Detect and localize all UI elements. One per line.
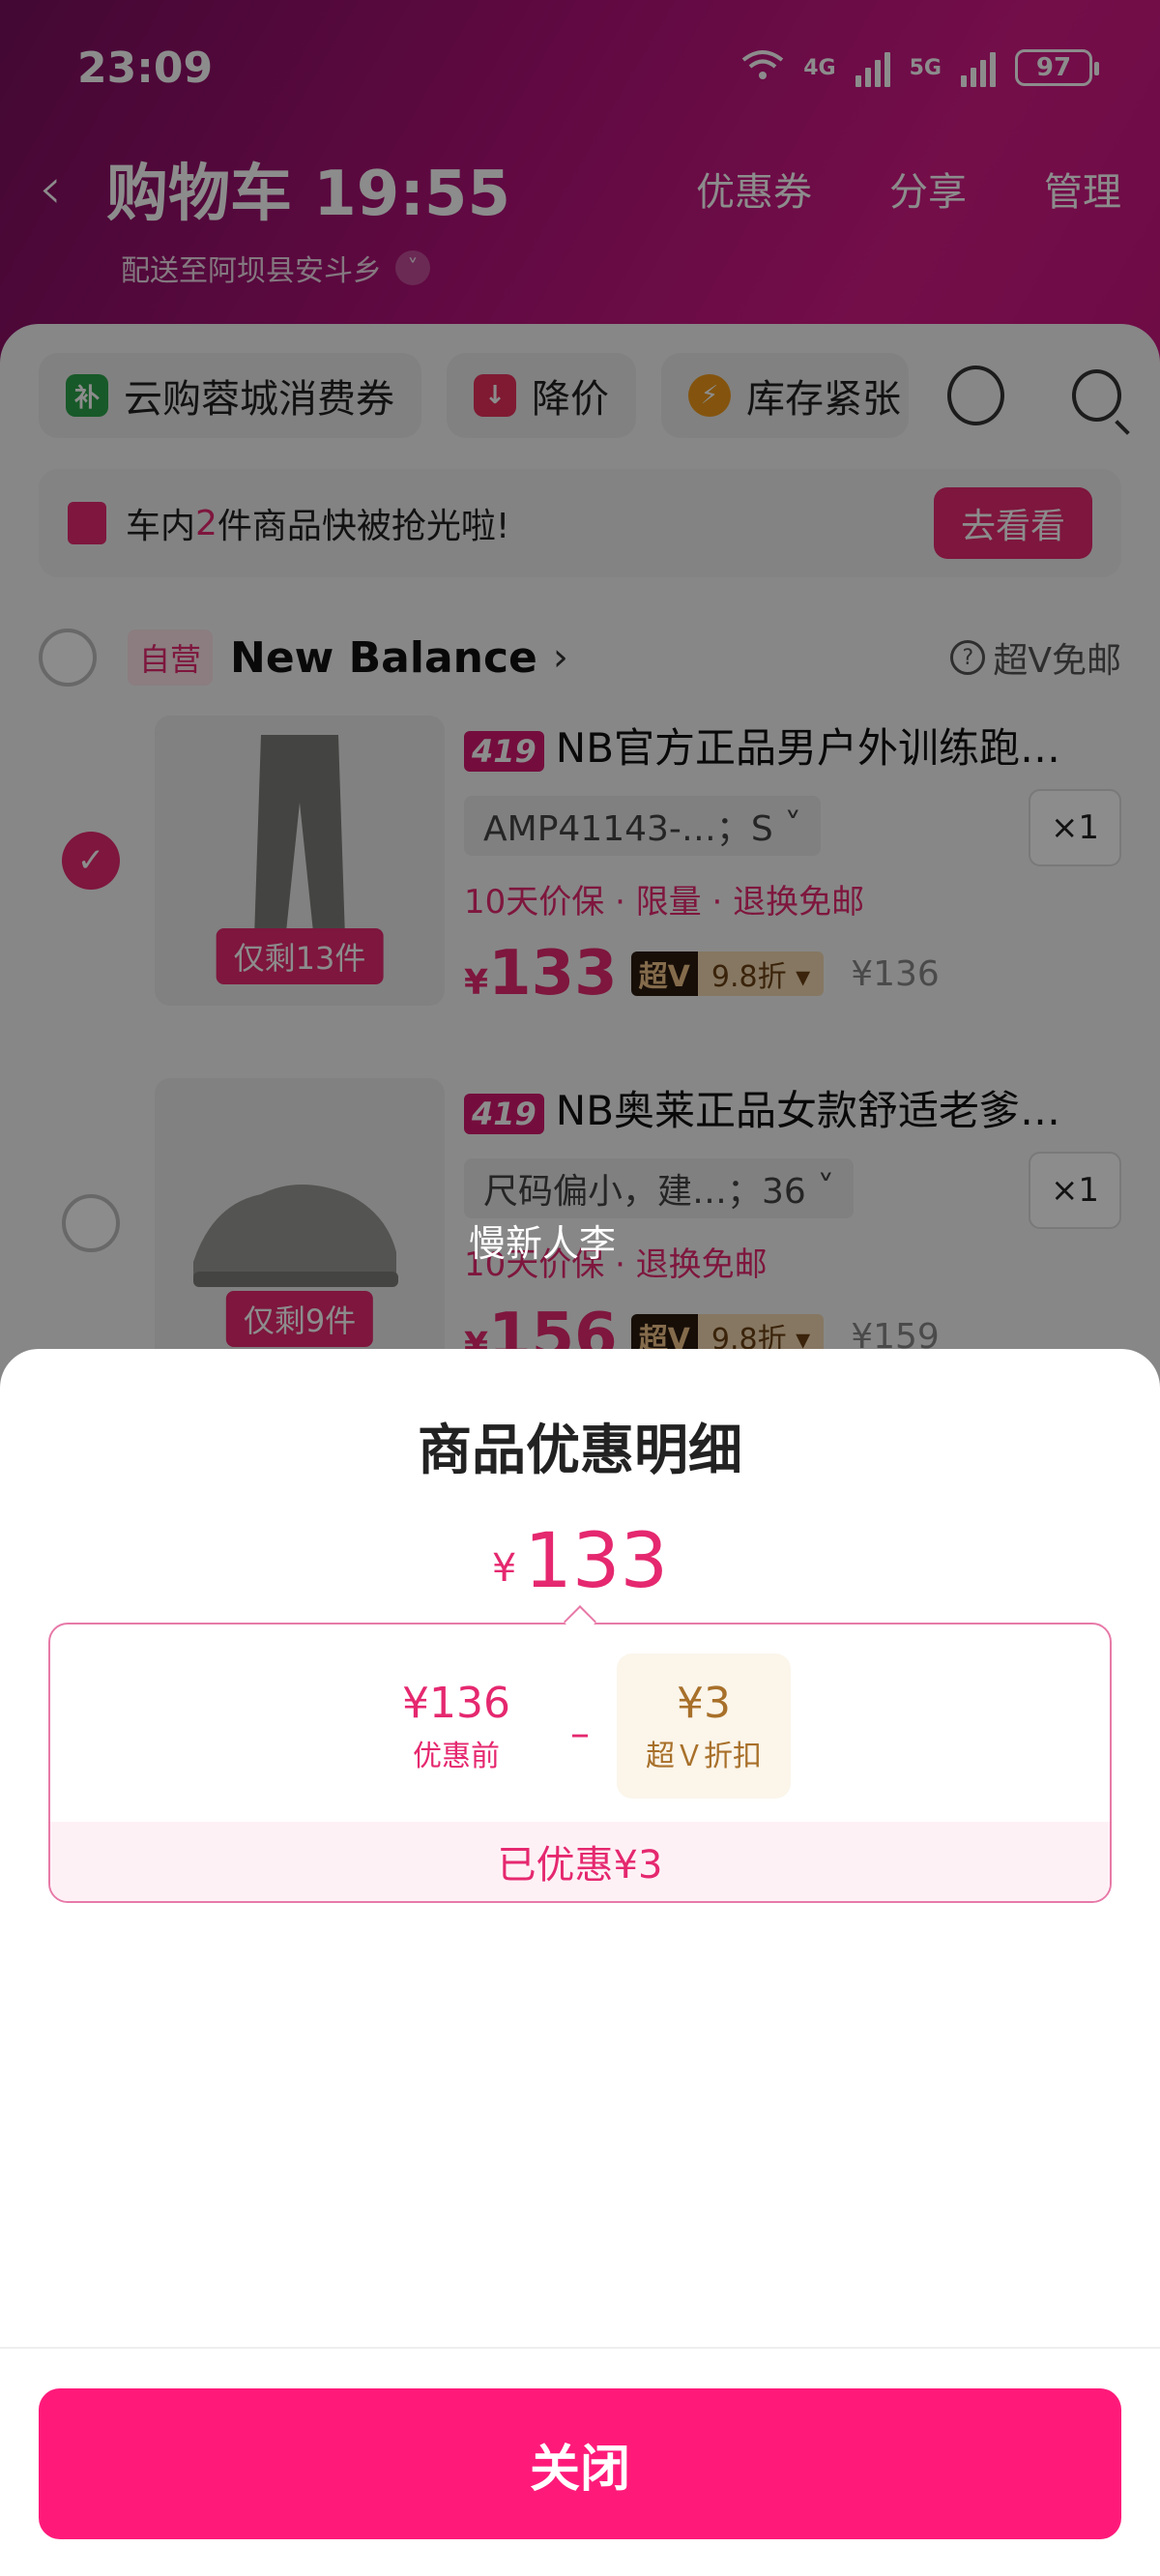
final-price: ¥133 bbox=[0, 1518, 1160, 1605]
watermark-text: 慢新人李 bbox=[469, 1222, 617, 1265]
before-discount: ¥136 优惠前 bbox=[369, 1679, 543, 1774]
discount-value: ¥3 bbox=[677, 1678, 731, 1728]
divider bbox=[0, 2347, 1160, 2349]
currency: ¥ bbox=[491, 1546, 517, 1591]
before-label: 优惠前 bbox=[413, 1739, 500, 1773]
discount-label: 超Ｖ折扣 bbox=[646, 1739, 762, 1773]
minus-sign: – bbox=[570, 1712, 590, 1756]
close-button[interactable]: 关闭 bbox=[39, 2388, 1121, 2539]
before-value: ¥136 bbox=[402, 1678, 510, 1728]
breakdown-row: ¥136 优惠前 – ¥3 超Ｖ折扣 bbox=[50, 1654, 1110, 1799]
sheet-title: 商品优惠明细 bbox=[418, 1420, 742, 1482]
discount-breakdown: ¥136 优惠前 – ¥3 超Ｖ折扣 已优惠¥3 bbox=[48, 1623, 1112, 1903]
discount-detail-sheet: 商品优惠明细 ¥133 ¥136 优惠前 – ¥3 超Ｖ折扣 已优惠¥3 关闭 bbox=[0, 1349, 1160, 2576]
final-price-value: 133 bbox=[524, 1518, 669, 1605]
total-saved: 已优惠¥3 bbox=[50, 1822, 1110, 1901]
svip-discount: ¥3 超Ｖ折扣 bbox=[617, 1654, 791, 1799]
